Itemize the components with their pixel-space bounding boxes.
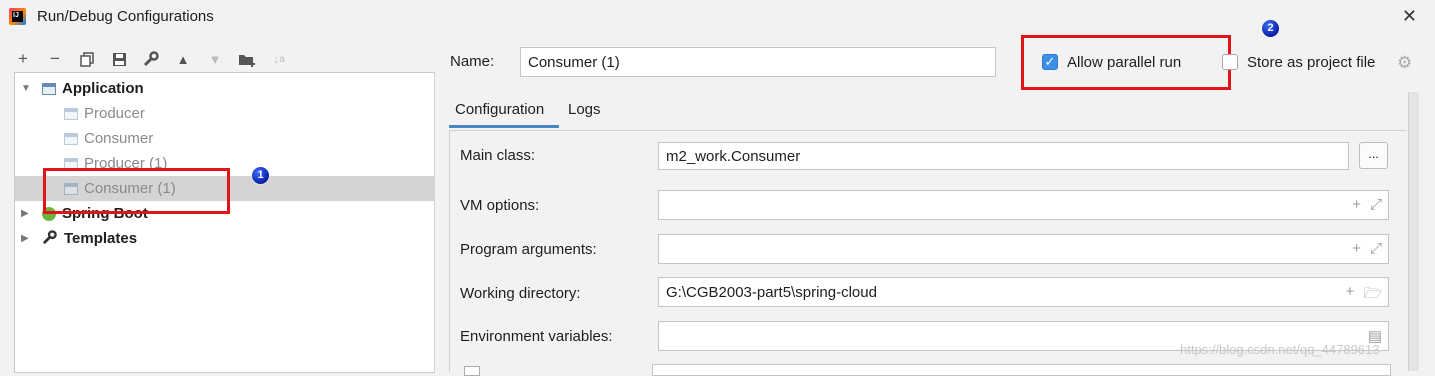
configurations-tree: ▼ Application Producer Consumer Producer…: [14, 72, 435, 373]
window-title: Run/Debug Configurations: [37, 8, 214, 25]
tab-logs[interactable]: Logs: [568, 101, 601, 118]
main-class-input[interactable]: m2_work.Consumer: [658, 142, 1349, 170]
tree-item-label: Consumer: [84, 130, 154, 147]
wrench-icon[interactable]: [140, 48, 162, 70]
add-icon[interactable]: +: [12, 48, 34, 70]
vertical-scrollbar[interactable]: [1408, 92, 1419, 371]
copy-icon[interactable]: [76, 48, 98, 70]
expand-icon[interactable]: ⤢: [1370, 196, 1382, 213]
store-project-file-checkbox[interactable]: [1222, 54, 1238, 70]
sort-icon[interactable]: ↓ a: [268, 48, 290, 70]
tab-configuration[interactable]: Configuration: [455, 101, 544, 118]
application-config-icon: [42, 82, 56, 95]
vm-options-label: VM options:: [460, 197, 540, 214]
title-bar: IJ Run/Debug Configurations ✕: [0, 0, 1435, 34]
working-directory-label: Working directory:: [460, 285, 581, 302]
working-directory-field[interactable]: G:\CGB2003-part5\spring-cloud + 🗁: [658, 277, 1389, 307]
tree-node-producer[interactable]: Producer: [15, 101, 434, 126]
application-config-icon: [64, 132, 78, 145]
collapse-arrow-icon[interactable]: ▶: [21, 208, 29, 219]
name-label: Name:: [450, 53, 495, 70]
annotation-badge-1: 1: [252, 167, 269, 184]
wrench-icon: [42, 229, 58, 248]
save-icon[interactable]: [108, 48, 130, 70]
tree-node-consumer[interactable]: Consumer: [15, 126, 434, 151]
expand-arrow-icon[interactable]: ▼: [21, 83, 31, 94]
folder-add-icon[interactable]: [236, 48, 258, 70]
application-config-icon: [64, 107, 78, 120]
move-down-icon[interactable]: ▼: [204, 48, 226, 70]
annotation-badge-2: 2: [1262, 20, 1279, 37]
program-arguments-label: Program arguments:: [460, 241, 597, 258]
move-up-icon[interactable]: ▲: [172, 48, 194, 70]
cutoff-checkbox[interactable]: [464, 366, 480, 376]
add-icon[interactable]: +: [1352, 240, 1361, 257]
collapse-arrow-icon[interactable]: ▶: [21, 233, 29, 244]
environment-variables-label: Environment variables:: [460, 328, 613, 345]
intellij-app-icon: IJ: [9, 8, 26, 25]
close-icon[interactable]: ✕: [1402, 6, 1417, 27]
store-project-file-label[interactable]: Store as project file: [1247, 54, 1375, 71]
tree-node-application-label: Application: [62, 80, 144, 97]
watermark-text: https://blog.csdn.net/qq_44789613: [1180, 342, 1380, 357]
browse-main-class-button[interactable]: ...: [1359, 142, 1388, 169]
highlight-box-2: [1021, 35, 1231, 90]
expand-icon[interactable]: ⤢: [1370, 240, 1382, 257]
active-tab-indicator: [449, 125, 559, 128]
main-class-label: Main class:: [460, 147, 536, 164]
vm-options-field[interactable]: + ⤢: [658, 190, 1389, 220]
gear-icon[interactable]: ⚙: [1397, 53, 1412, 73]
tree-node-application[interactable]: ▼ Application: [15, 76, 434, 101]
add-icon[interactable]: +: [1352, 196, 1361, 213]
add-icon[interactable]: +: [1346, 283, 1355, 308]
remove-icon[interactable]: −: [44, 48, 66, 70]
tree-node-templates-label: Templates: [64, 230, 138, 247]
tree-node-templates[interactable]: ▶ Templates: [15, 226, 434, 251]
tree-toolbar: + − ▲ ▼ ↓ a: [12, 46, 290, 72]
tree-item-label: Producer: [84, 105, 145, 122]
folder-icon[interactable]: 🗁: [1363, 283, 1382, 308]
highlight-box-1: [43, 168, 230, 214]
working-directory-value: G:\CGB2003-part5\spring-cloud: [666, 284, 877, 301]
name-input[interactable]: Consumer (1): [520, 47, 996, 77]
program-arguments-field[interactable]: + ⤢: [658, 234, 1389, 264]
cutoff-field[interactable]: [652, 364, 1391, 376]
